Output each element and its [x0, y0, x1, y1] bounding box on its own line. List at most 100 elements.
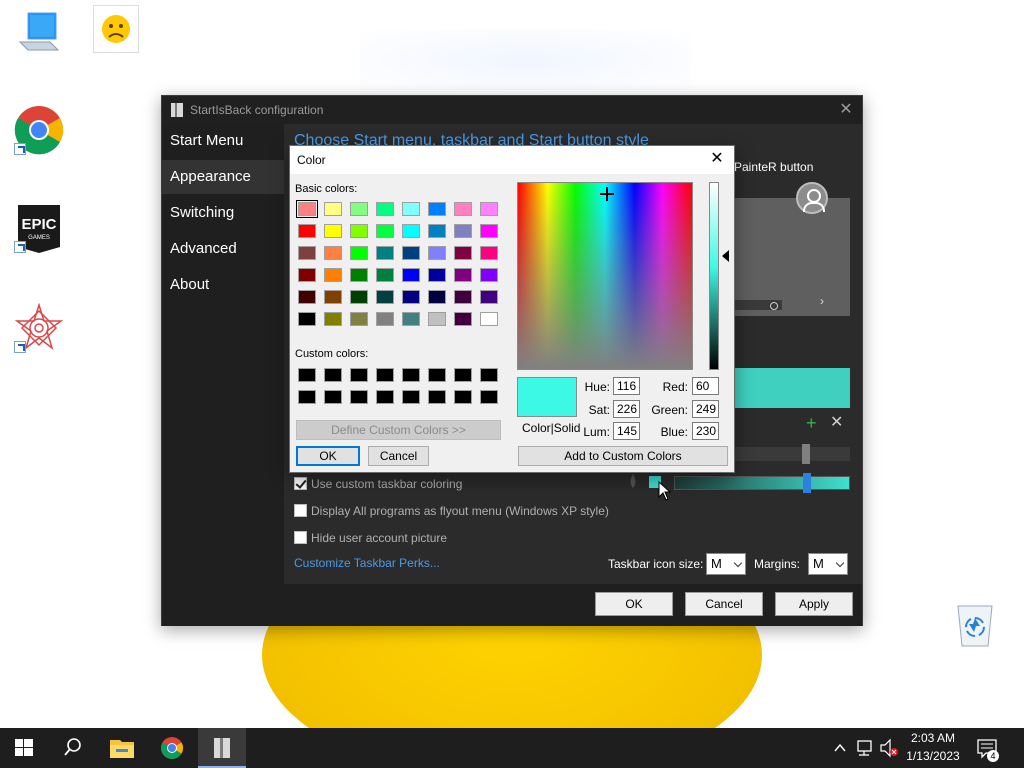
basic-color-swatch[interactable]	[480, 246, 498, 260]
basic-color-swatch[interactable]	[376, 224, 394, 238]
margins-dropdown[interactable]: M	[808, 553, 848, 575]
basic-color-swatch[interactable]	[402, 312, 420, 326]
basic-color-swatch[interactable]	[428, 202, 446, 216]
notification-center-icon[interactable]	[972, 728, 1002, 768]
basic-color-swatch[interactable]	[324, 246, 342, 260]
blue-input[interactable]: 230	[692, 422, 719, 440]
sat-input[interactable]: 226	[613, 400, 640, 418]
basic-color-swatch[interactable]	[428, 312, 446, 326]
network-icon[interactable]	[854, 728, 876, 768]
dialog-titlebar[interactable]: Color ✕	[290, 146, 734, 174]
color-intensity-slider[interactable]	[674, 473, 850, 493]
basic-color-swatch[interactable]	[480, 312, 498, 326]
search-icon[interactable]	[48, 728, 96, 768]
basic-color-swatch[interactable]	[350, 268, 368, 282]
start-menu-preview[interactable]: ›	[734, 182, 850, 316]
taskbar-icon-size-dropdown[interactable]: M	[706, 553, 746, 575]
slider-thumb[interactable]	[803, 473, 811, 493]
epic-games-icon[interactable]: EPIC GAMES	[14, 203, 64, 253]
custom-color-swatch[interactable]	[324, 368, 342, 382]
startisback-icon[interactable]	[198, 728, 246, 768]
basic-color-swatch[interactable]	[376, 290, 394, 304]
recycle-bin-icon[interactable]	[950, 600, 1000, 650]
basic-color-swatch[interactable]	[402, 268, 420, 282]
color-cancel-button[interactable]: Cancel	[368, 446, 429, 466]
basic-color-swatch[interactable]	[296, 200, 318, 218]
basic-color-swatch[interactable]	[454, 246, 472, 260]
custom-color-swatch[interactable]	[454, 368, 472, 382]
start-icon[interactable]	[0, 728, 48, 768]
apply-button[interactable]: Apply	[775, 592, 853, 616]
custom-color-swatch[interactable]	[402, 368, 420, 382]
lum-input[interactable]: 145	[613, 422, 640, 440]
custom-color-swatch[interactable]	[428, 390, 446, 404]
hue-input[interactable]: 116	[613, 377, 640, 395]
custom-color-swatch[interactable]	[298, 368, 316, 382]
basic-color-swatch[interactable]	[298, 246, 316, 260]
red-input[interactable]: 60	[692, 377, 719, 395]
luminosity-slider[interactable]	[709, 182, 719, 370]
nav-item-start-menu[interactable]: Start Menu	[162, 124, 284, 158]
file-explorer-icon[interactable]	[98, 728, 146, 768]
checkbox-box[interactable]	[294, 531, 307, 544]
dialog-close-icon[interactable]: ✕	[708, 150, 726, 168]
color-spectrum[interactable]	[517, 182, 693, 370]
this-pc-icon[interactable]	[14, 8, 64, 58]
taskbar-color-preview[interactable]	[734, 368, 850, 408]
custom-color-swatch[interactable]	[480, 390, 498, 404]
basic-color-swatch[interactable]	[480, 290, 498, 304]
clock-date[interactable]: 1/13/2023	[902, 749, 964, 763]
custom-color-swatch[interactable]	[428, 368, 446, 382]
basic-color-swatch[interactable]	[454, 312, 472, 326]
sad-face-file-icon[interactable]	[93, 5, 139, 53]
custom-color-swatch[interactable]	[480, 368, 498, 382]
clock-time[interactable]: 2:03 AM	[902, 731, 964, 745]
basic-color-swatch[interactable]	[454, 224, 472, 238]
checkbox-box[interactable]	[294, 504, 307, 517]
basic-color-swatch[interactable]	[454, 268, 472, 282]
custom-color-swatch[interactable]	[298, 390, 316, 404]
basic-color-swatch[interactable]	[480, 268, 498, 282]
checkbox-box[interactable]	[294, 477, 307, 490]
basic-color-swatch[interactable]	[480, 202, 498, 216]
remove-icon[interactable]: ✕	[830, 414, 843, 432]
nav-item-advanced[interactable]: Advanced	[162, 232, 284, 266]
transparency-slider[interactable]	[734, 444, 850, 464]
custom-color-swatch[interactable]	[376, 390, 394, 404]
basic-color-swatch[interactable]	[324, 268, 342, 282]
basic-color-swatch[interactable]	[324, 224, 342, 238]
custom-color-swatch[interactable]	[402, 390, 420, 404]
basic-color-swatch[interactable]	[428, 290, 446, 304]
volume-muted-icon[interactable]	[878, 728, 900, 768]
basic-color-swatch[interactable]	[298, 268, 316, 282]
basic-color-swatch[interactable]	[350, 290, 368, 304]
add-to-custom-colors-button[interactable]: Add to Custom Colors	[518, 446, 728, 466]
app-shortcut-icon[interactable]	[14, 302, 64, 353]
nav-item-switching[interactable]: Switching	[162, 196, 284, 230]
customize-taskbar-link[interactable]: Customize Taskbar Perks...	[294, 556, 440, 570]
basic-color-swatch[interactable]	[350, 224, 368, 238]
basic-color-swatch[interactable]	[454, 202, 472, 216]
custom-color-swatch[interactable]	[376, 368, 394, 382]
custom-color-swatch[interactable]	[324, 390, 342, 404]
basic-color-swatch[interactable]	[454, 290, 472, 304]
basic-color-swatch[interactable]	[402, 224, 420, 238]
ok-button[interactable]: OK	[595, 592, 673, 616]
custom-color-swatch[interactable]	[350, 390, 368, 404]
basic-color-swatch[interactable]	[402, 246, 420, 260]
define-custom-colors-button[interactable]: Define Custom Colors >>	[296, 420, 501, 440]
basic-color-swatch[interactable]	[324, 202, 342, 216]
custom-color-swatch[interactable]	[454, 390, 472, 404]
basic-color-swatch[interactable]	[402, 290, 420, 304]
basic-color-swatch[interactable]	[350, 202, 368, 216]
basic-color-swatch[interactable]	[480, 224, 498, 238]
window-close-icon[interactable]: ✕	[836, 100, 856, 120]
crosshair-icon[interactable]	[600, 187, 614, 201]
basic-color-swatch[interactable]	[298, 224, 316, 238]
basic-color-swatch[interactable]	[376, 202, 394, 216]
nav-item-about[interactable]: About	[162, 268, 284, 302]
basic-color-swatch[interactable]	[428, 268, 446, 282]
basic-color-swatch[interactable]	[350, 312, 368, 326]
add-icon[interactable]: +	[806, 414, 817, 432]
basic-color-swatch[interactable]	[402, 202, 420, 216]
